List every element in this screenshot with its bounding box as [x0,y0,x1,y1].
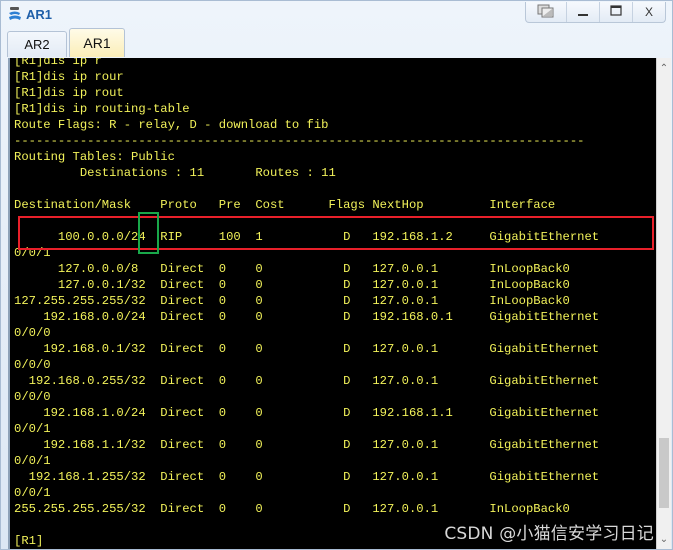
terminal-line: 0/0/0 [14,390,51,404]
terminal-window: AR1 X AR2 AR1 [R1]dis ip r [R1]dis ip ro… [0,0,673,550]
terminal-line: 0/0/0 [14,358,51,372]
terminal-line: [R1]dis ip rout [14,86,124,100]
terminal-line: 100.0.0.0/24 RIP 100 1 D 192.168.1.2 Gig… [14,230,600,244]
terminal-line: [R1]dis ip r [14,58,102,68]
terminal-line: Routing Tables: Public [14,150,175,164]
app-router-icon [7,6,23,22]
maximize-button[interactable] [599,2,632,22]
scroll-up-icon[interactable]: ⌃ [657,60,671,76]
terminal-line: 192.168.1.1/32 Direct 0 0 D 127.0.0.1 Gi… [14,438,600,452]
terminal-line: 127.0.0.1/32 Direct 0 0 D 127.0.0.1 InLo… [14,278,570,292]
watermark: CSDN @小猫信安学习日记 [444,524,654,544]
tab-ar2[interactable]: AR2 [7,31,67,57]
terminal-line: 192.168.0.0/24 Direct 0 0 D 192.168.0.1 … [14,310,600,324]
terminal-line: 192.168.1.0/24 Direct 0 0 D 192.168.1.1 … [14,406,600,420]
terminal-line: 127.0.0.0/8 Direct 0 0 D 127.0.0.1 InLoo… [14,262,570,276]
terminal-line: 0/0/1 [14,422,51,436]
restore-window-icon [537,4,555,21]
minimize-button[interactable] [566,2,599,22]
terminal-line: Route Flags: R - relay, D - download to … [14,118,329,132]
terminal-line: 0/0/1 [14,486,51,500]
minimize-icon [577,5,589,20]
maximize-icon [610,4,622,20]
vertical-scrollbar[interactable]: ⌃ ⌄ [656,58,671,549]
terminal-line: 192.168.0.255/32 Direct 0 0 D 127.0.0.1 … [14,374,600,388]
tab-ar1[interactable]: AR1 [69,28,125,57]
scroll-thumb[interactable] [659,437,669,508]
scroll-down-icon[interactable]: ⌄ [657,531,671,547]
close-button[interactable]: X [632,2,665,22]
terminal-line: ----------------------------------------… [14,134,585,148]
terminal-line: Destination/Mask Proto Pre Cost Flags Ne… [14,198,556,212]
window-controls: X [525,2,666,23]
terminal-console[interactable]: [R1]dis ip r [R1]dis ip rour [R1]dis ip ro… [8,58,656,549]
terminal-line: 0/0/0 [14,326,51,340]
terminal-line: 127.255.255.255/32 Direct 0 0 D 127.0.0.… [14,294,570,308]
terminal-line: 255.255.255.255/32 Direct 0 0 D 127.0.0.… [14,502,570,516]
title-bar[interactable]: AR1 X [1,1,672,27]
terminal-line: 192.168.0.1/32 Direct 0 0 D 127.0.0.1 Gi… [14,342,600,356]
restore-button[interactable] [526,2,566,22]
terminal-output: [R1]dis ip r [R1]dis ip rour [R1]dis ip ro… [14,58,599,549]
terminal-line: 192.168.1.255/32 Direct 0 0 D 127.0.0.1 … [14,470,600,484]
terminal-line: 0/0/1 [14,454,51,468]
terminal-line: Destinations : 11 Routes : 11 [14,166,336,180]
terminal-line: 0/0/1 [14,246,51,260]
device-tabs: AR2 AR1 [7,28,127,57]
close-icon: X [644,5,653,19]
window-title: AR1 [26,6,53,22]
terminal-line: [R1]dis ip rour [14,70,124,84]
terminal-line: [R1]dis ip routing-table [14,102,190,116]
